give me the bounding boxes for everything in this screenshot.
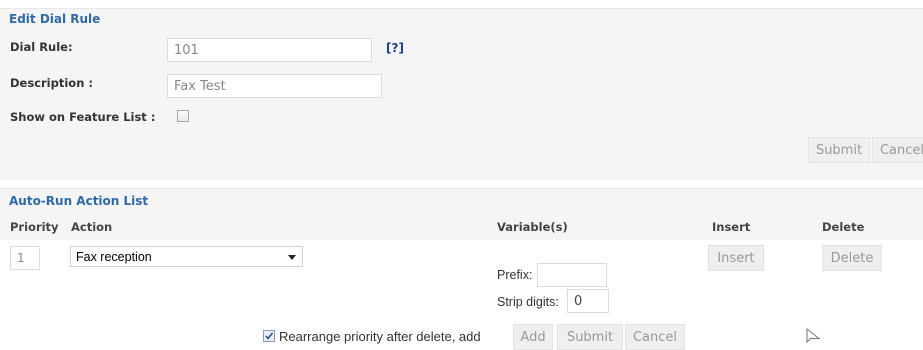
variables-header: Variable(s)	[497, 220, 568, 234]
footer-submit-button[interactable]: Submit	[557, 324, 623, 350]
delete-button[interactable]: Delete	[822, 245, 882, 271]
prefix-label: Prefix:	[497, 268, 533, 282]
priority-input[interactable]	[10, 246, 40, 270]
priority-header: Priority	[10, 220, 59, 234]
submit-button[interactable]: Submit	[808, 137, 870, 163]
chevron-down-icon	[288, 255, 296, 260]
show-feature-checkbox[interactable]	[177, 110, 189, 122]
divider	[0, 8, 923, 9]
dial-rule-label: Dial Rule:	[10, 40, 73, 54]
action-select[interactable]: Fax reception	[70, 246, 303, 267]
auto-run-title: Auto-Run Action List	[9, 194, 149, 208]
action-header: Action	[71, 220, 113, 234]
strip-digits-label: Strip digits:	[497, 295, 559, 309]
cursor-icon	[806, 328, 821, 344]
edit-dial-rule-panel	[0, 8, 923, 180]
rearrange-checkbox[interactable]	[263, 330, 275, 342]
rearrange-label: Rearrange priority after delete, add	[279, 329, 481, 344]
cancel-button[interactable]: Cancel	[872, 137, 923, 163]
description-input[interactable]	[167, 74, 382, 98]
show-feature-label: Show on Feature List :	[10, 110, 156, 124]
delete-header: Delete	[822, 220, 865, 234]
help-link[interactable]: [?]	[386, 41, 404, 55]
check-icon	[265, 332, 274, 340]
dial-rule-input[interactable]	[167, 38, 372, 62]
edit-dial-rule-title: Edit Dial Rule	[9, 12, 101, 26]
prefix-input[interactable]	[537, 263, 607, 287]
footer-cancel-button[interactable]: Cancel	[625, 324, 685, 350]
add-button[interactable]: Add	[513, 324, 553, 350]
insert-header: Insert	[712, 220, 751, 234]
description-label: Description :	[10, 76, 93, 90]
strip-digits-input[interactable]	[567, 289, 609, 313]
insert-button[interactable]: Insert	[708, 245, 764, 271]
divider	[0, 188, 923, 189]
action-select-value: Fax reception	[76, 250, 152, 264]
